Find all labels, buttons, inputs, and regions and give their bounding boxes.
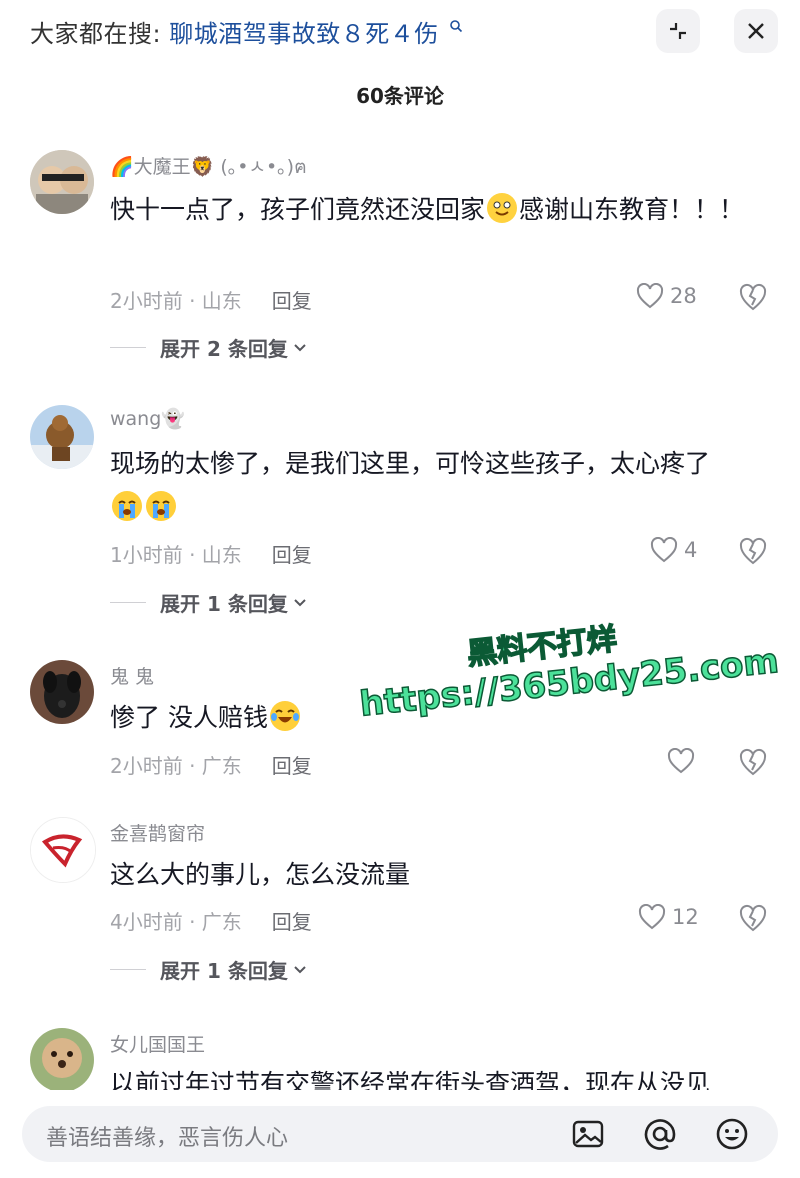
avatar[interactable] bbox=[30, 150, 94, 214]
chevron-down-icon bbox=[294, 598, 306, 606]
username[interactable]: 🌈大魔王🦁 (｡•ㅅ•｡)ฅ bbox=[110, 152, 307, 182]
smile-emoji-icon bbox=[487, 193, 518, 223]
time-location: 1小时前 · 山东 bbox=[110, 543, 242, 567]
avatar[interactable] bbox=[30, 1028, 94, 1092]
trending-search-hint[interactable]: 大家都在搜: 聊城酒驾事故致８死４伤 bbox=[30, 14, 463, 49]
like-button[interactable] bbox=[667, 748, 701, 774]
time-location: 2小时前 · 山东 bbox=[110, 289, 242, 313]
username[interactable]: 金喜鹊窗帘 bbox=[110, 819, 205, 846]
reply-button[interactable]: 回复 bbox=[272, 289, 312, 313]
like-button[interactable]: 28 bbox=[636, 283, 697, 309]
divider-line bbox=[110, 602, 146, 603]
comment-text: 这么大的事儿，怎么没流量 bbox=[110, 853, 750, 897]
chevron-down-icon bbox=[294, 343, 306, 351]
reply-button[interactable]: 回复 bbox=[272, 754, 312, 778]
divider-line bbox=[110, 347, 146, 348]
chevron-down-icon bbox=[294, 965, 306, 973]
expand-replies-button[interactable]: 展开 2 条回复 bbox=[110, 333, 308, 362]
comment-text-part: 快十一点了，孩子们竟然还没回家 bbox=[110, 195, 486, 224]
comment-text-part: 感谢山东教育！！！ bbox=[519, 195, 745, 224]
broken-heart-icon bbox=[739, 283, 767, 311]
laugh-crying-emoji-icon bbox=[269, 701, 300, 731]
comment-text: 快十一点了，孩子们竟然还没回家 感谢山东教育！！！ bbox=[110, 188, 750, 232]
heart-icon bbox=[650, 537, 678, 563]
username[interactable]: 鬼 鬼 bbox=[110, 662, 154, 689]
comment-input-bar: 善语结善缘，恶言伤人心 bbox=[0, 1090, 800, 1178]
like-button[interactable]: 12 bbox=[638, 904, 699, 930]
expand-replies-button[interactable]: 展开 1 条回复 bbox=[110, 955, 308, 984]
reply-button[interactable]: 回复 bbox=[272, 910, 312, 934]
broken-heart-icon bbox=[739, 748, 767, 776]
heart-icon bbox=[667, 748, 695, 774]
close-button[interactable] bbox=[734, 9, 778, 53]
collapse-icon bbox=[670, 23, 686, 39]
dislike-button[interactable] bbox=[738, 904, 768, 936]
comment-count-title: 60条评论 bbox=[356, 84, 444, 108]
expand-replies-label: 展开 1 条回复 bbox=[160, 592, 288, 616]
search-icon bbox=[450, 20, 462, 33]
reply-button[interactable]: 回复 bbox=[272, 543, 312, 567]
broken-heart-icon bbox=[739, 904, 767, 932]
comment-meta: 4小时前 · 广东 回复 bbox=[110, 906, 312, 935]
dislike-button[interactable] bbox=[738, 748, 768, 780]
like-count: 12 bbox=[672, 905, 699, 929]
expand-replies-label: 展开 1 条回复 bbox=[160, 959, 288, 983]
comment-text-part: 惨了 没人赔钱 bbox=[110, 703, 268, 732]
avatar[interactable] bbox=[30, 817, 96, 883]
crying-emoji-icon bbox=[146, 491, 176, 521]
collapse-button[interactable] bbox=[656, 9, 700, 53]
broken-heart-icon bbox=[739, 537, 767, 565]
expand-replies-label: 展开 2 条回复 bbox=[160, 337, 288, 361]
comment-text-part: 这么大的事儿，怎么没流量 bbox=[110, 860, 411, 889]
heart-icon bbox=[636, 283, 664, 309]
avatar[interactable] bbox=[30, 660, 94, 724]
comment-input[interactable]: 善语结善缘，恶言伤人心 bbox=[22, 1106, 778, 1162]
like-button[interactable]: 4 bbox=[650, 537, 697, 563]
divider-line bbox=[110, 969, 146, 970]
search-hint-topic[interactable]: 聊城酒驾事故致８死４伤 bbox=[169, 20, 439, 48]
dislike-button[interactable] bbox=[738, 537, 768, 569]
time-location: 2小时前 · 广东 bbox=[110, 754, 242, 778]
dislike-button[interactable] bbox=[738, 283, 768, 315]
comment-meta: 1小时前 · 山东 回复 bbox=[110, 539, 312, 568]
time-location: 4小时前 · 广东 bbox=[110, 910, 242, 934]
username[interactable]: wang👻 bbox=[110, 407, 185, 430]
expand-replies-button[interactable]: 展开 1 条回复 bbox=[110, 588, 308, 617]
heart-icon bbox=[638, 904, 666, 930]
comment-input-placeholder: 善语结善缘，恶言伤人心 bbox=[46, 1126, 289, 1151]
comment-meta: 2小时前 · 山东 回复 bbox=[110, 285, 312, 314]
username[interactable]: 女儿国国王 bbox=[110, 1030, 205, 1057]
search-hint-prefix: 大家都在搜: bbox=[30, 20, 162, 48]
like-count: 28 bbox=[670, 284, 697, 308]
top-bar: 大家都在搜: 聊城酒驾事故致８死４伤 bbox=[0, 0, 800, 62]
comment-meta: 2小时前 · 广东 回复 bbox=[110, 750, 312, 779]
close-icon bbox=[748, 23, 764, 39]
crying-emoji-icon bbox=[112, 491, 142, 521]
image-icon[interactable] bbox=[570, 1116, 606, 1152]
like-count: 4 bbox=[684, 538, 698, 562]
at-icon[interactable] bbox=[642, 1116, 678, 1152]
comment-text: 现场的太惨了，是我们这里，可怜这些孩子，太心疼了 bbox=[110, 442, 750, 530]
avatar[interactable] bbox=[30, 405, 94, 469]
emoji-icon[interactable] bbox=[714, 1116, 750, 1152]
comment-text-part: 现场的太惨了，是我们这里，可怜这些孩子，太心疼了 bbox=[110, 449, 711, 478]
